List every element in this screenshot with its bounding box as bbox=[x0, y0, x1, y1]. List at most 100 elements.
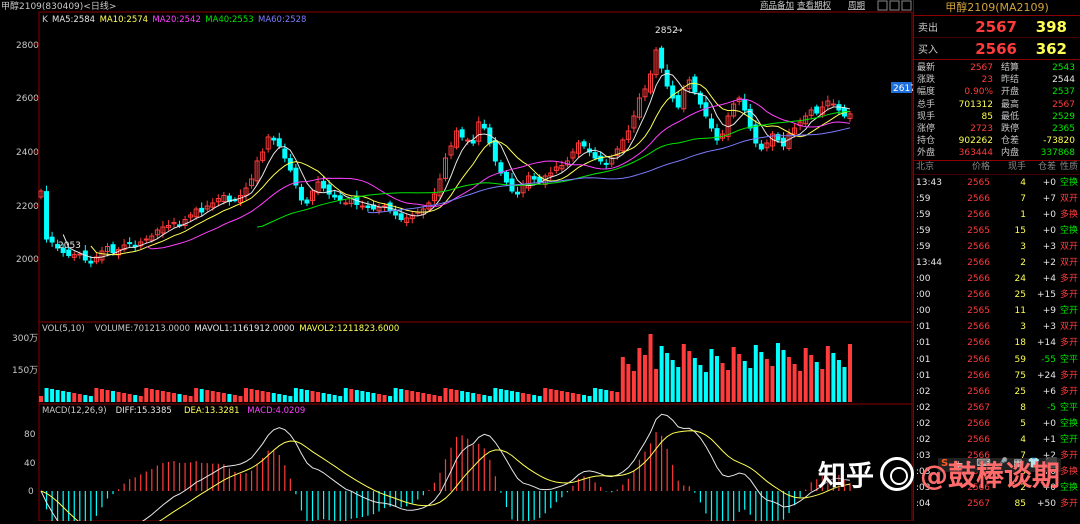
tick-row[interactable]: :02 2566 5 +0 空换 bbox=[914, 416, 1080, 432]
tick-time: :00 bbox=[916, 306, 931, 317]
tick-header-nature: 性质 bbox=[1059, 161, 1078, 172]
ma20-line bbox=[146, 98, 851, 250]
tick-volume: 7 bbox=[1020, 193, 1026, 204]
volume-bar bbox=[188, 396, 193, 402]
tick-volume: 24 bbox=[1014, 274, 1026, 285]
ask-price: 2567 bbox=[975, 17, 1017, 36]
tick-row[interactable]: :59 2566 3 +3 双开 bbox=[914, 239, 1080, 255]
tick-price: 2567 bbox=[967, 402, 990, 413]
tick-row[interactable]: :01 2566 18 +14 多开 bbox=[914, 335, 1080, 351]
tick-row[interactable]: :00 2565 11 +9 空开 bbox=[914, 303, 1080, 319]
legend-item: MA40:2553 bbox=[205, 15, 253, 25]
volume-bar bbox=[321, 393, 326, 402]
tick-row[interactable]: :04 2567 85 +50 多开 bbox=[914, 496, 1080, 512]
volume-bar bbox=[61, 391, 66, 402]
header-link[interactable]: 查看期权 bbox=[797, 0, 832, 11]
volume-bar bbox=[759, 352, 764, 402]
restore-button[interactable] bbox=[889, 0, 900, 11]
candle-body bbox=[753, 124, 759, 144]
tick-row[interactable]: 13:44 2566 2 +2 双开 bbox=[914, 255, 1080, 271]
volume-bar bbox=[565, 392, 570, 402]
tick-header-time: 北京 bbox=[916, 161, 935, 172]
volume-bar bbox=[116, 392, 121, 402]
stats-table: 最新 2567 结算 2543 涨跌 23 昨结 2544 幅度 0.90% 开盘 2537 总手 701… bbox=[914, 60, 1080, 161]
legend-item: MAVOL1:1161912.0000 bbox=[194, 324, 294, 334]
tick-oi-change: +1 bbox=[1042, 435, 1056, 445]
volume-bar bbox=[582, 395, 587, 402]
candlestick-chart[interactable]: 甲醇2109(830409)<日线> K K MA5:2584MA10:2574… bbox=[0, 0, 916, 524]
candle-body bbox=[276, 138, 282, 147]
candle-body bbox=[742, 99, 748, 111]
tick-price: 2566 bbox=[967, 290, 990, 301]
volume-bar bbox=[493, 388, 498, 402]
candle-body bbox=[321, 180, 327, 189]
tick-price: 2566 bbox=[967, 257, 990, 268]
tick-row[interactable]: :59 2566 1 +0 多换 bbox=[914, 207, 1080, 223]
candle-body bbox=[393, 211, 399, 216]
volume-bar bbox=[787, 357, 792, 402]
bid-row[interactable]: 买入 2566 362 bbox=[914, 38, 1080, 60]
quote-panel: 甲醇2109(MA2109) 卖出 2567 398 买入 2566 362 最… bbox=[913, 0, 1080, 521]
tick-oi-change: +0 bbox=[1042, 177, 1056, 188]
tick-nature: 双开 bbox=[1059, 241, 1078, 252]
volume-bar bbox=[460, 391, 465, 402]
ask-label: 卖出 bbox=[918, 23, 938, 34]
price-axis-2600: 2600 bbox=[16, 94, 39, 104]
tick-row[interactable]: 13:43 2565 4 +0 空换 bbox=[914, 175, 1080, 191]
minimize-button[interactable] bbox=[877, 0, 888, 11]
volume-bar bbox=[282, 395, 287, 402]
volume-bar bbox=[570, 393, 575, 402]
volume-bar bbox=[537, 396, 542, 402]
header-link[interactable]: 商品备加 bbox=[760, 0, 794, 11]
tick-row[interactable]: :02 2566 25 +6 多开 bbox=[914, 384, 1080, 400]
tick-price: 2565 bbox=[967, 225, 990, 236]
low-annotation: 2053 bbox=[58, 241, 81, 251]
volume-bar bbox=[404, 390, 409, 402]
volume-bar bbox=[615, 392, 620, 402]
volume-bar bbox=[260, 391, 265, 402]
price-pane-border bbox=[38, 11, 913, 323]
tick-row[interactable]: :01 2566 3 +3 双开 bbox=[914, 319, 1080, 335]
tick-price: 2566 bbox=[967, 274, 990, 285]
volume-bar bbox=[670, 360, 675, 402]
volume-bar bbox=[432, 395, 437, 402]
volume-bar bbox=[288, 396, 293, 402]
candle-body bbox=[365, 205, 371, 208]
volume-bar bbox=[792, 364, 797, 402]
tick-row[interactable]: :01 2566 75 +24 多开 bbox=[914, 368, 1080, 384]
tick-volume: 25 bbox=[1014, 386, 1026, 397]
volume-bar bbox=[277, 394, 282, 402]
chart-panel[interactable]: 甲醇2109(830409)<日线> K K MA5:2584MA10:2574… bbox=[0, 0, 916, 524]
tick-volume: 18 bbox=[1014, 338, 1026, 349]
stat-label: 结算 bbox=[1001, 63, 1020, 73]
volume-bar bbox=[454, 390, 459, 402]
tick-time: :01 bbox=[916, 370, 931, 381]
tick-row[interactable]: :02 2567 8 -5 空平 bbox=[914, 400, 1080, 416]
candle-body bbox=[77, 253, 83, 256]
candle-body bbox=[659, 47, 665, 69]
header-link[interactable]: 周期 bbox=[848, 1, 865, 11]
tick-row[interactable]: :02 2566 4 +1 空开 bbox=[914, 432, 1080, 448]
volume-bars-group bbox=[39, 334, 852, 402]
tick-row[interactable]: :01 2566 59 -55 空平 bbox=[914, 352, 1080, 368]
ask-row[interactable]: 卖出 2567 398 bbox=[914, 16, 1080, 38]
candle-body bbox=[282, 148, 288, 159]
stat-label: 持仓 bbox=[917, 136, 936, 147]
candle-body bbox=[398, 213, 404, 221]
volume-bar bbox=[55, 390, 60, 402]
volume-bar bbox=[316, 392, 321, 402]
stat-label: 跌停 bbox=[1001, 123, 1020, 134]
volume-bar bbox=[637, 348, 642, 402]
close-button[interactable] bbox=[901, 0, 912, 11]
tick-row[interactable]: :00 2566 24 +4 多开 bbox=[914, 271, 1080, 287]
price-axis-2800: 2800 bbox=[16, 41, 39, 51]
tick-row[interactable]: :59 2565 15 +0 空换 bbox=[914, 223, 1080, 239]
watermark: 知乎 @鼓棒谈期 bbox=[818, 450, 1080, 498]
volume-bar bbox=[726, 370, 731, 402]
tick-oi-change: -55 bbox=[1041, 354, 1056, 365]
tick-row[interactable]: :00 2566 25 +15 多开 bbox=[914, 287, 1080, 303]
tick-time: :01 bbox=[916, 354, 931, 365]
header-links[interactable]: 商品备加 查看期权 周期 bbox=[760, 0, 865, 11]
volume-bar bbox=[365, 392, 370, 402]
tick-row[interactable]: :59 2566 7 +7 双开 bbox=[914, 191, 1080, 207]
